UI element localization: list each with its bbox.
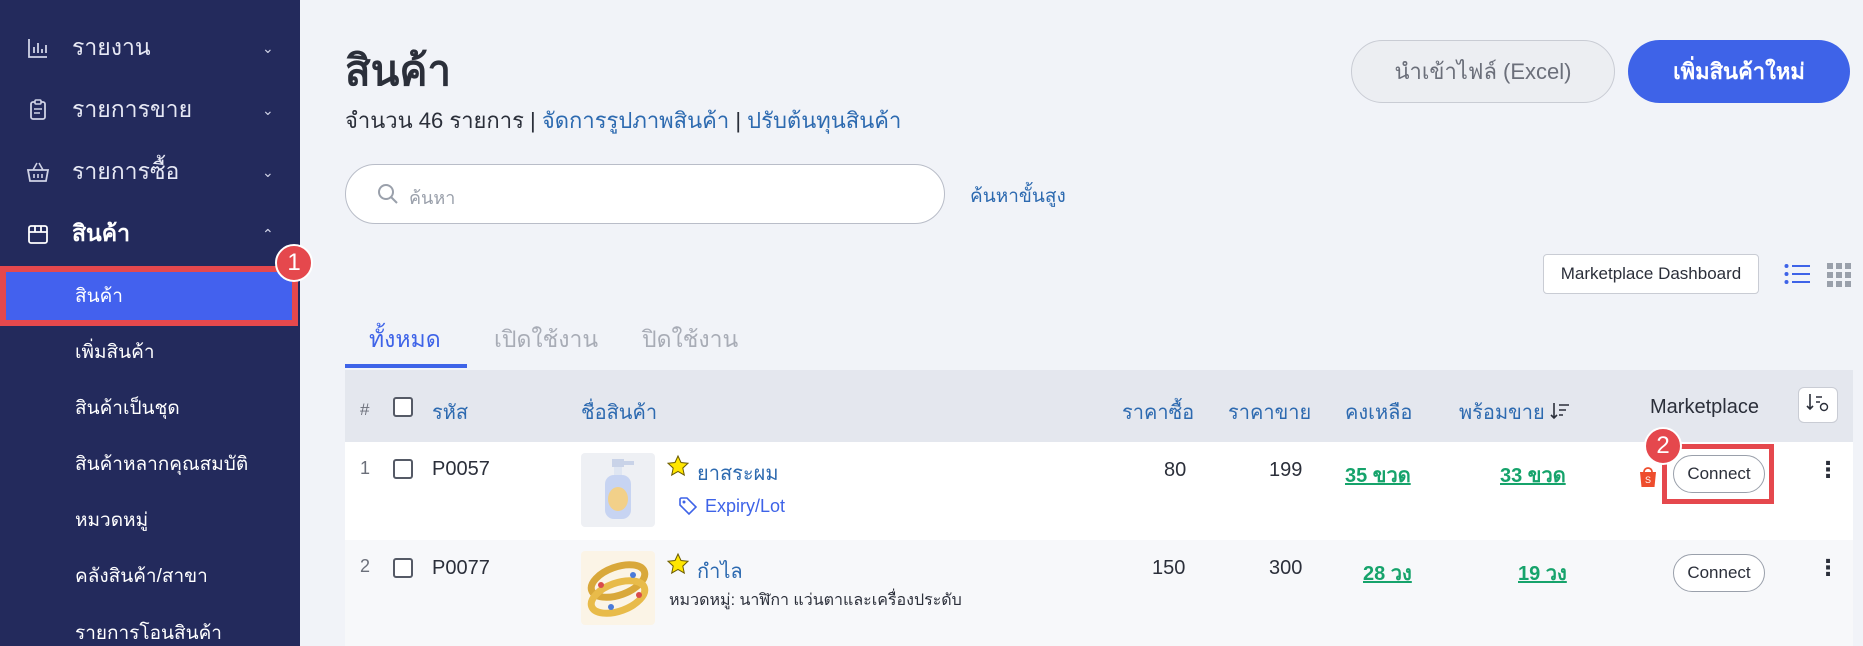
sell-price: 199 bbox=[1269, 459, 1303, 481]
buy-price: 80 bbox=[1164, 459, 1187, 481]
table-row[interactable] bbox=[345, 442, 1853, 540]
row-number: 2 bbox=[360, 556, 371, 576]
step-badge-2: 2 bbox=[1644, 427, 1682, 465]
more-options-icon[interactable]: ⋮ bbox=[1817, 555, 1839, 581]
col-ready-label: พร้อมขาย bbox=[1459, 402, 1545, 424]
col-sell-price[interactable]: ราคาขาย bbox=[1228, 396, 1311, 428]
product-code: P0077 bbox=[432, 557, 490, 579]
expiry-lot-tag[interactable]: Expiry/Lot bbox=[705, 496, 785, 517]
col-code[interactable]: รหัส bbox=[432, 396, 468, 428]
product-image[interactable] bbox=[581, 453, 655, 527]
highlight-box-products bbox=[0, 266, 298, 326]
product-name-link[interactable]: กำไล bbox=[697, 555, 743, 587]
row-checkbox[interactable] bbox=[393, 558, 413, 578]
step-badge-1: 1 bbox=[275, 244, 313, 282]
tab-all[interactable]: ทั้งหมด bbox=[369, 322, 441, 358]
box-icon bbox=[26, 222, 50, 246]
nav-group-reports[interactable]: รายงาน ⌄ bbox=[0, 18, 300, 78]
product-name-link[interactable]: ยาสระผม bbox=[697, 457, 779, 489]
sidebar-item-label: หมวดหมู่ bbox=[75, 510, 149, 531]
search-icon bbox=[376, 182, 400, 206]
nav-group-products[interactable]: สินค้า ⌃ bbox=[0, 204, 300, 264]
column-settings-button[interactable] bbox=[1798, 387, 1838, 423]
ready-stock-link[interactable]: 19 วง bbox=[1518, 557, 1567, 589]
separator: | bbox=[729, 108, 748, 133]
svg-text:S: S bbox=[1645, 475, 1651, 485]
sidebar-item-categories[interactable]: หมวดหมู่ bbox=[0, 495, 300, 545]
sidebar-item-label: สินค้าหลากคุณสมบัติ bbox=[75, 454, 249, 475]
product-count-line: จำนวน 46 รายการ | จัดการรูปภาพสินค้า | ป… bbox=[345, 103, 901, 138]
col-name[interactable]: ชื่อสินค้า bbox=[581, 396, 657, 428]
col-remaining[interactable]: คงเหลือ bbox=[1345, 396, 1412, 428]
row-checkbox[interactable] bbox=[393, 459, 413, 479]
more-options-icon[interactable]: ⋮ bbox=[1817, 457, 1839, 483]
sidebar-item-label: เพิ่มสินค้า bbox=[75, 342, 155, 363]
search-input[interactable]: ค้นหา bbox=[345, 164, 945, 224]
page-title: สินค้า bbox=[345, 47, 452, 94]
nav-group-label: สินค้า bbox=[72, 220, 131, 246]
sidebar-item-warehouses[interactable]: คลังสินค้า/สาขา bbox=[0, 551, 300, 601]
nav-group-purchases[interactable]: รายการซื้อ ⌄ bbox=[0, 142, 300, 202]
marketplace-dashboard-button[interactable]: Marketplace Dashboard bbox=[1543, 254, 1759, 294]
col-marketplace: Marketplace bbox=[1650, 396, 1759, 418]
sell-price: 300 bbox=[1269, 557, 1303, 579]
col-num: # bbox=[360, 400, 370, 419]
remaining-stock-link[interactable]: 35 ขวด bbox=[1345, 459, 1411, 491]
add-product-button[interactable]: เพิ่มสินค้าใหม่ bbox=[1628, 40, 1850, 103]
product-code: P0057 bbox=[432, 458, 490, 480]
nav-group-sales[interactable]: รายการขาย ⌄ bbox=[0, 80, 300, 140]
sidebar-item-add-product[interactable]: เพิ่มสินค้า bbox=[0, 327, 300, 377]
sort-settings-icon bbox=[1806, 393, 1830, 418]
tab-active[interactable]: เปิดใช้งาน bbox=[494, 322, 598, 358]
row-number: 1 bbox=[360, 458, 371, 478]
connect-button[interactable]: Connect bbox=[1673, 554, 1765, 592]
sort-desc-icon bbox=[1550, 402, 1570, 426]
tag-icon bbox=[678, 496, 698, 521]
import-excel-button[interactable]: นำเข้าไฟล์ (Excel) bbox=[1351, 40, 1615, 103]
bar-chart-icon bbox=[26, 36, 50, 60]
favorite-star-icon[interactable] bbox=[666, 552, 690, 576]
manage-images-link[interactable]: จัดการรูปภาพสินค้า bbox=[542, 108, 729, 133]
table-header bbox=[345, 370, 1853, 442]
buy-price: 150 bbox=[1152, 557, 1186, 579]
table-row[interactable] bbox=[345, 540, 1853, 646]
search-placeholder: ค้นหา bbox=[409, 188, 456, 208]
chevron-down-icon: ⌄ bbox=[262, 163, 274, 180]
sidebar-item-label: รายการโอนสินค้า bbox=[75, 623, 222, 644]
grid-view-icon[interactable] bbox=[1827, 263, 1851, 287]
shopee-icon: S bbox=[1638, 466, 1658, 493]
product-category: หมวดหมู่: นาฬิกา แว่นตาและเครื่องประดับ bbox=[669, 592, 962, 609]
col-buy-price[interactable]: ราคาซื้อ bbox=[1122, 396, 1194, 428]
tab-underline bbox=[345, 364, 467, 368]
list-view-icon[interactable] bbox=[1784, 263, 1810, 285]
nav-group-label: รายการขาย bbox=[72, 96, 193, 122]
nav-group-label: รายการซื้อ bbox=[72, 158, 180, 184]
sidebar-item-bundles[interactable]: สินค้าเป็นชุด bbox=[0, 383, 300, 433]
tab-inactive[interactable]: ปิดใช้งาน bbox=[642, 322, 738, 358]
product-count: จำนวน 46 รายการ | bbox=[345, 108, 542, 133]
col-ready[interactable]: พร้อมขาย bbox=[1459, 396, 1570, 428]
select-all-checkbox[interactable] bbox=[393, 397, 413, 417]
nav-group-label: รายงาน bbox=[72, 34, 151, 60]
product-image[interactable] bbox=[581, 551, 655, 625]
chevron-down-icon: ⌄ bbox=[262, 101, 274, 118]
sidebar-item-variants[interactable]: สินค้าหลากคุณสมบัติ bbox=[0, 439, 300, 489]
favorite-star-icon[interactable] bbox=[666, 454, 690, 478]
ready-stock-link[interactable]: 33 ขวด bbox=[1500, 459, 1566, 491]
chevron-up-icon: ⌃ bbox=[262, 225, 274, 242]
sidebar-item-transfers[interactable]: รายการโอนสินค้า bbox=[0, 608, 300, 646]
basket-icon bbox=[26, 160, 50, 184]
adjust-cost-link[interactable]: ปรับต้นทุนสินค้า bbox=[747, 108, 901, 133]
clipboard-icon bbox=[26, 98, 50, 122]
chevron-down-icon: ⌄ bbox=[262, 39, 274, 56]
advanced-search-link[interactable]: ค้นหาขั้นสูง bbox=[970, 181, 1066, 211]
remaining-stock-link[interactable]: 28 วง bbox=[1363, 557, 1412, 589]
sidebar-item-label: คลังสินค้า/สาขา bbox=[75, 566, 208, 587]
sidebar-item-label: สินค้าเป็นชุด bbox=[75, 398, 180, 419]
